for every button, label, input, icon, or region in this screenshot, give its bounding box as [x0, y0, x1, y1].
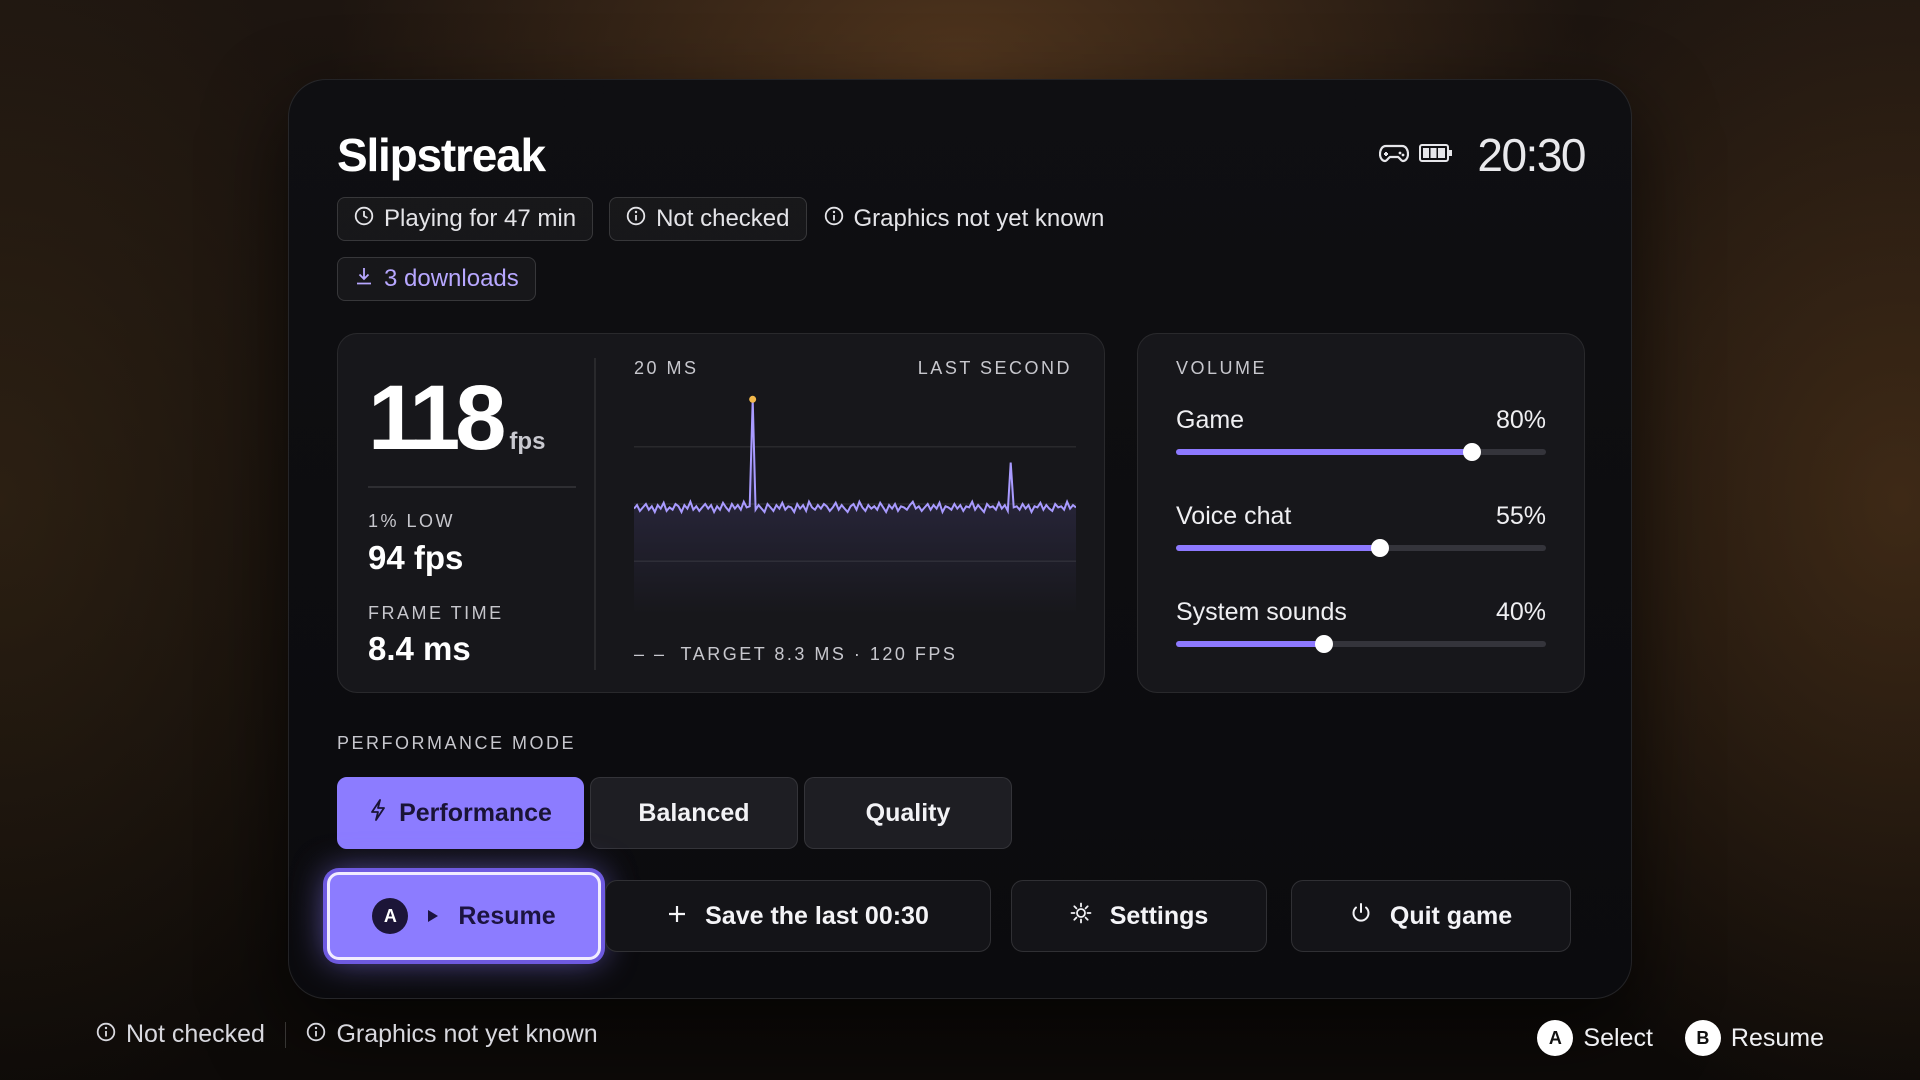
- slider-value: 55%: [1495, 502, 1546, 530]
- fps-unit: fps: [509, 428, 546, 455]
- graph-target: – – TARGET 8.3 MS · 120 FPS: [634, 644, 957, 665]
- volume-slider-game[interactable]: Game 80%: [1176, 406, 1546, 461]
- slider-handle[interactable]: [1315, 635, 1333, 653]
- status-area: 20:30: [1379, 128, 1586, 182]
- volume-slider-voice-chat[interactable]: Voice chat 55%: [1176, 502, 1546, 557]
- slider-fill: [1176, 641, 1324, 647]
- divider: [284, 1021, 287, 1048]
- playtime-label: Playing for 47 min: [384, 205, 577, 232]
- mode-label: Performance: [399, 798, 552, 827]
- not-checked-chip[interactable]: Not checked: [609, 197, 807, 241]
- hint-select-label: Select: [1583, 1023, 1653, 1052]
- target-marker: – –: [634, 644, 667, 664]
- slider-handle[interactable]: [1463, 443, 1481, 461]
- quit-game-label: Quit game: [1389, 901, 1513, 930]
- game-overlay-panel: Slipstreak 20:30 Playing for 47 min Not …: [288, 79, 1632, 999]
- slider-fill: [1176, 449, 1472, 455]
- a-button-badge: A: [1537, 1020, 1574, 1056]
- sparkle-icon: [667, 902, 687, 931]
- settings-button[interactable]: Settings: [1011, 880, 1267, 952]
- graph-window-label: LAST SECOND: [917, 358, 1072, 378]
- settings-label: Settings: [1109, 901, 1209, 930]
- battery-icon: [1419, 143, 1453, 167]
- footer-status: Not checked Graphics not yet known: [96, 1020, 598, 1049]
- game-title: Slipstreak: [337, 129, 546, 181]
- slider-fill: [1176, 545, 1380, 551]
- controller-hints: A Select B Resume: [1537, 1020, 1824, 1056]
- graphics-label: Graphics not yet known: [853, 205, 1105, 232]
- divider: [368, 486, 576, 488]
- volume-title: VOLUME: [1176, 358, 1268, 378]
- fps-value: 118: [368, 367, 506, 469]
- footer-not-checked: Not checked: [96, 1020, 265, 1049]
- slider-label: Voice chat: [1176, 502, 1292, 530]
- gamepad-icon: [1379, 142, 1410, 169]
- mode-label: Quality: [865, 798, 951, 827]
- power-icon: [1350, 902, 1372, 931]
- a-button-badge: A: [372, 898, 409, 934]
- mode-quality-button[interactable]: Quality: [804, 777, 1012, 849]
- resume-button[interactable]: A Resume: [327, 872, 601, 960]
- slider-label: Game: [1176, 406, 1245, 434]
- performance-mode-selector: Performance Balanced Quality: [337, 777, 1012, 849]
- mode-balanced-button[interactable]: Balanced: [590, 777, 798, 849]
- frametime-label: FRAME TIME: [368, 603, 504, 623]
- download-icon: [354, 265, 374, 293]
- hint-select: A Select: [1537, 1020, 1653, 1056]
- slider-value: 80%: [1495, 406, 1546, 434]
- resume-label: Resume: [458, 901, 556, 930]
- status-chips: Playing for 47 min Not checked Graphics …: [337, 197, 1237, 301]
- info-icon: [626, 205, 646, 233]
- low-value: 94 fps: [368, 539, 464, 576]
- slider-track[interactable]: [1176, 539, 1546, 557]
- save-clip-button[interactable]: Save the last 00:30: [605, 880, 991, 952]
- gear-icon: [1070, 902, 1092, 931]
- playtime-chip: Playing for 47 min: [337, 197, 594, 241]
- low-label: 1% LOW: [368, 511, 456, 531]
- slider-value: 40%: [1495, 598, 1546, 626]
- clock: 20:30: [1477, 129, 1586, 181]
- bolt-icon: [369, 798, 387, 828]
- info-icon: [824, 205, 844, 233]
- footer-graphics-label: Graphics not yet known: [336, 1020, 598, 1048]
- downloads-label: 3 downloads: [384, 265, 519, 292]
- peak-marker: [749, 395, 757, 403]
- graph-scale-label: 20 MS: [634, 358, 699, 378]
- not-checked-label: Not checked: [656, 205, 790, 232]
- slider-track[interactable]: [1176, 443, 1546, 461]
- slider-handle[interactable]: [1370, 539, 1389, 557]
- save-clip-label: Save the last 00:30: [705, 901, 929, 930]
- performance-card: 118 fps 1% LOW 94 fps FRAME TIME 8.4 ms …: [337, 333, 1105, 693]
- clock-icon: [354, 205, 374, 233]
- volume-card: VOLUME Game 80% Voice chat 55% System so…: [1137, 333, 1585, 693]
- info-icon: [306, 1020, 326, 1049]
- frame-time-graph: [634, 395, 1076, 614]
- frametime-value: 8.4 ms: [368, 630, 471, 667]
- graphics-chip: Graphics not yet known: [823, 197, 1122, 241]
- b-button-badge: B: [1684, 1020, 1721, 1056]
- mode-label: Balanced: [638, 798, 750, 827]
- downloads-chip[interactable]: 3 downloads: [337, 257, 536, 301]
- slider-track[interactable]: [1176, 635, 1546, 653]
- mode-performance-button[interactable]: Performance: [337, 777, 584, 849]
- graph-line: [634, 399, 1076, 515]
- slider-label: System sounds: [1176, 598, 1347, 626]
- hint-resume-label: Resume: [1730, 1023, 1824, 1052]
- info-icon: [96, 1020, 116, 1049]
- quit-game-button[interactable]: Quit game: [1291, 880, 1571, 952]
- target-label: TARGET 8.3 MS · 120 FPS: [680, 644, 958, 664]
- play-icon: [426, 902, 440, 931]
- divider: [594, 358, 596, 670]
- fps-readout: 118 fps: [368, 366, 545, 471]
- performance-mode-label: PERFORMANCE MODE: [337, 733, 577, 753]
- volume-slider-system-sounds[interactable]: System sounds 40%: [1176, 598, 1546, 653]
- footer-not-checked-label: Not checked: [126, 1020, 265, 1048]
- footer-graphics: Graphics not yet known: [306, 1020, 598, 1049]
- hint-resume: B Resume: [1684, 1020, 1824, 1056]
